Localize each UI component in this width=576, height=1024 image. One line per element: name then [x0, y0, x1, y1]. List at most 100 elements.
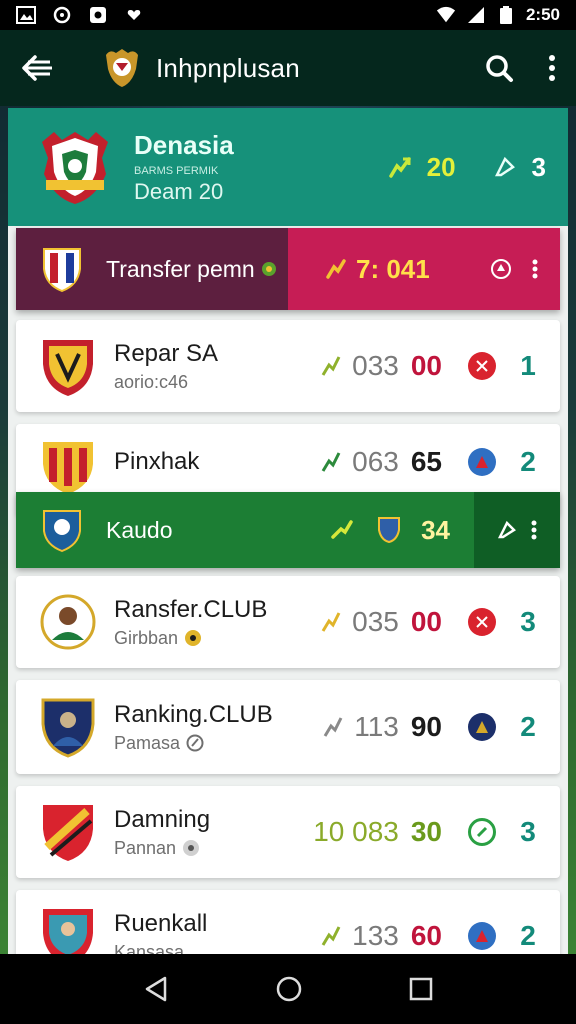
rank-value: 2 — [520, 920, 536, 951]
club-crest-icon — [36, 128, 114, 206]
kaudo-more-icon[interactable] — [531, 520, 537, 540]
trend-up-icon — [320, 714, 346, 740]
club-crest-icon — [40, 904, 96, 954]
transfer-banner[interactable]: Transfer pemn 7: 041 — [16, 228, 560, 310]
standings-list: Denasia BARMS PERMIK Deam 20 20 3 Transf… — [8, 108, 568, 954]
transfer-kick-icon — [490, 258, 512, 280]
kaudo-label: Kaudo — [106, 516, 173, 543]
club-subtitle: Girbban — [114, 628, 267, 649]
points-value: 60 — [410, 920, 442, 951]
trend-up-icon — [318, 449, 344, 475]
club-crest-icon — [40, 695, 96, 759]
club-crest-icon — [40, 800, 96, 864]
ball-icon — [186, 734, 204, 752]
ball-icon — [182, 839, 200, 857]
transfer-label: Transfer pemn — [106, 255, 255, 282]
club-logo-icon — [100, 46, 144, 90]
trend-up-icon — [318, 353, 344, 379]
club-avatar-icon — [40, 590, 96, 654]
ball-icon — [184, 629, 202, 647]
club-badge-icon — [468, 713, 496, 741]
points-value: 00 — [410, 606, 442, 637]
featured-club-subtitle: Deam 20 — [134, 178, 224, 204]
app-bar: Inhpnplusan — [0, 30, 576, 106]
banner-crest-icon — [40, 243, 84, 295]
points-value: 30 — [410, 816, 442, 847]
matches-value: 033 — [352, 350, 399, 381]
transfer-trend-icon — [326, 259, 346, 279]
kick-icon — [494, 156, 516, 178]
back-arrow-icon[interactable] — [20, 50, 56, 86]
rank-value: 1 — [520, 350, 536, 381]
app-title: Inhpnplusan — [156, 52, 300, 83]
club-badge-icon — [468, 922, 496, 950]
points-value: 65 — [410, 446, 442, 477]
rank-value: 3 — [520, 816, 536, 847]
photo-icon — [88, 6, 108, 24]
transfer-more-icon[interactable] — [532, 259, 538, 279]
ball-icon — [261, 261, 277, 277]
club-name: Pinxhak — [114, 448, 200, 475]
navigation-bar — [0, 954, 576, 1024]
club-crest-icon — [40, 334, 96, 398]
table-row[interactable]: Repar SA aorio:c46 033 00 1 — [16, 320, 560, 412]
club-name: Ruenkall — [114, 909, 208, 937]
club-subtitle: aorio:c46 — [114, 371, 189, 392]
points-value: 00 — [410, 350, 442, 381]
trend-up-icon — [318, 609, 344, 635]
nav-home-icon[interactable] — [275, 975, 303, 1003]
kick-icon — [497, 520, 517, 540]
status-bar: 2:50 — [0, 0, 576, 30]
sync-icon — [52, 6, 72, 24]
trend-up-icon — [388, 156, 411, 178]
heart-icon — [124, 6, 144, 24]
kaudo-shield-icon — [377, 516, 401, 544]
club-badge-icon — [468, 352, 496, 380]
table-row[interactable]: Ransfer.CLUB Girbban 035 00 3 — [16, 576, 560, 668]
kaudo-actions — [474, 492, 560, 568]
club-badge-icon — [468, 818, 496, 846]
matches-value: 113 — [354, 711, 399, 742]
club-crest-icon — [40, 434, 96, 498]
status-time: 2:50 — [525, 5, 560, 24]
club-subtitle: Pannan — [114, 838, 210, 859]
trend-up-icon — [318, 923, 344, 949]
banner-crest-icon — [40, 504, 84, 556]
kaudo-banner[interactable]: Kaudo 34 — [16, 492, 560, 568]
club-subtitle: Pamasa — [114, 733, 273, 754]
club-subtitle: Kansasa — [114, 941, 185, 955]
featured-score: 20 — [426, 151, 456, 182]
transfer-score-panel: 7: 041 — [288, 228, 560, 310]
matches-value: 10 083 — [313, 816, 399, 847]
screenshot-icon — [16, 6, 36, 24]
table-row[interactable]: Damning Pannan 10 083 30 3 — [16, 786, 560, 878]
points-value: 90 — [410, 711, 442, 742]
featured-club-card[interactable]: Denasia BARMS PERMIK Deam 20 20 3 — [8, 108, 568, 226]
transfer-score: 7: 041 — [356, 253, 430, 284]
featured-club-name: Denasia — [134, 129, 234, 160]
club-name: Repar SA — [114, 339, 219, 367]
club-name: Ransfer.CLUB — [114, 595, 268, 623]
rank-value: 2 — [520, 446, 536, 477]
club-badge-icon — [468, 608, 496, 636]
more-vert-icon[interactable] — [548, 54, 556, 82]
matches-value: 133 — [352, 920, 399, 951]
matches-value: 063 — [352, 446, 399, 477]
rank-value: 2 — [520, 711, 536, 742]
table-row[interactable]: Ruenkall Kansasa 133 60 2 — [16, 890, 560, 954]
battery-icon — [496, 6, 516, 24]
kaudo-score: 34 — [421, 514, 450, 545]
club-name: Damning — [114, 805, 211, 833]
nav-recents-icon[interactable] — [409, 977, 433, 1001]
matches-value: 035 — [352, 606, 399, 637]
signal-icon — [466, 6, 486, 24]
club-badge-icon — [468, 448, 496, 476]
search-icon[interactable] — [484, 53, 514, 83]
wifi-icon — [436, 6, 456, 24]
nav-back-icon[interactable] — [143, 975, 169, 1003]
kaudo-trend-icon — [331, 519, 353, 541]
table-row[interactable]: Ranking.CLUB Pamasa 113 90 2 — [16, 680, 560, 774]
club-name: Ranking.CLUB — [114, 700, 273, 728]
featured-rank: 3 — [531, 151, 546, 182]
rank-value: 3 — [520, 606, 536, 637]
